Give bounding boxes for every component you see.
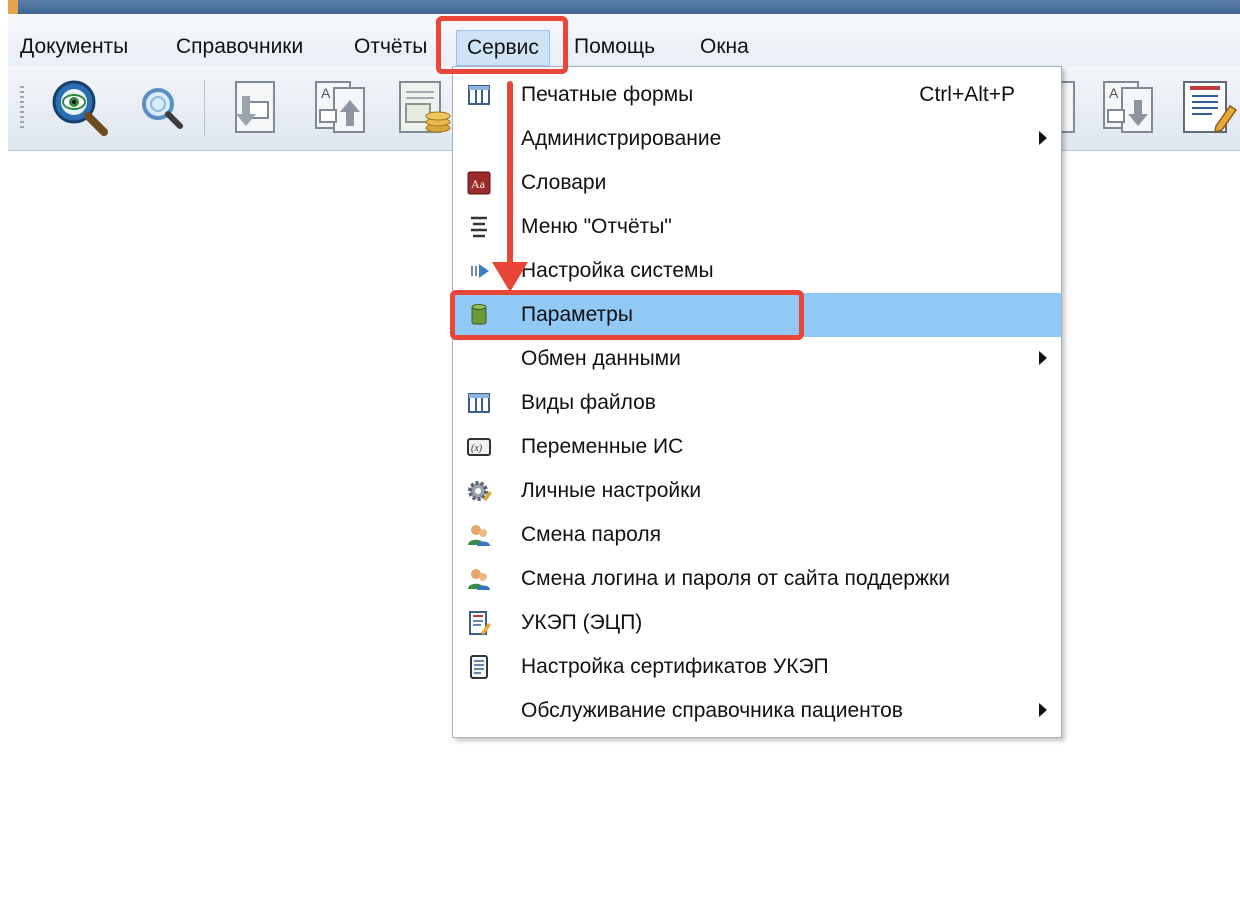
certificate-doc-icon [465, 653, 493, 681]
title-bar-accent [8, 0, 18, 14]
service-dropdown-menu: Печатные формы Ctrl+Alt+P Администрирова… [452, 66, 1062, 738]
menu-item-label: Смена логина и пароля от сайта поддержки [521, 567, 950, 590]
document-coins-icon[interactable] [392, 76, 454, 138]
menu-item-administration[interactable]: Администрирование [453, 117, 1061, 161]
table-grid-icon [465, 389, 493, 417]
menu-lines-icon [465, 213, 493, 241]
menu-item-system-settings[interactable]: Настройка системы [453, 249, 1061, 293]
menu-item-reports-menu[interactable]: Меню "Отчёты" [453, 205, 1061, 249]
menu-item-label: Меню "Отчёты" [521, 215, 672, 238]
users-icon [465, 565, 493, 593]
menu-item-label: Словари [521, 171, 607, 194]
menu-item-label: Смена пароля [521, 523, 661, 546]
document-export-icon[interactable]: A [308, 76, 370, 138]
menu-reports[interactable]: Отчёты [354, 34, 427, 60]
menu-windows[interactable]: Окна [700, 34, 749, 60]
menu-help[interactable]: Помощь [574, 34, 655, 60]
svg-text:A: A [321, 85, 331, 101]
menu-item-personal-settings[interactable]: Личные настройки [453, 469, 1061, 513]
submenu-arrow-icon [1039, 351, 1047, 365]
menu-item-label: Печатные формы [521, 83, 694, 106]
document-import-icon[interactable] [224, 76, 286, 138]
menu-item-label: Виды файлов [521, 391, 656, 414]
database-icon [465, 301, 493, 329]
table-grid-icon [465, 81, 493, 109]
menu-item-label: Переменные ИС [521, 435, 684, 458]
main-menu-bar: Документы Справочники Отчёты Сервис Помо… [8, 14, 1240, 67]
submenu-arrow-icon [1039, 703, 1047, 717]
menu-item-change-support-login[interactable]: Смена логина и пароля от сайта поддержки [453, 557, 1061, 601]
gear-icon [465, 477, 493, 505]
menu-documents[interactable]: Документы [20, 34, 128, 60]
menu-item-parameters[interactable]: Параметры [453, 293, 1061, 337]
toolbar-grip[interactable] [20, 86, 24, 130]
menu-service[interactable]: Сервис [456, 30, 550, 66]
menu-item-label: Обмен данными [521, 347, 681, 370]
system-arrow-icon [465, 257, 493, 285]
menu-references[interactable]: Справочники [176, 34, 303, 60]
svg-text:A: A [1109, 85, 1119, 101]
menu-item-label: Параметры [521, 303, 633, 326]
menu-item-label: Настройка системы [521, 259, 714, 282]
document-download-icon[interactable]: A [1096, 76, 1158, 138]
dictionary-icon: Aa [465, 169, 493, 197]
svg-text:(x): (x) [471, 443, 483, 454]
toolbar-separator [204, 80, 205, 136]
signature-doc-icon [465, 609, 493, 637]
menu-item-dictionaries[interactable]: Aa Словари [453, 161, 1061, 205]
svg-text:Aa: Aa [471, 177, 486, 191]
menu-item-is-variables[interactable]: (x) Переменные ИС [453, 425, 1061, 469]
menu-item-label: Личные настройки [521, 479, 702, 502]
shortcut-label: Ctrl+Alt+P [919, 83, 1015, 106]
search-icon[interactable] [132, 76, 194, 138]
menu-item-print-forms[interactable]: Печатные формы Ctrl+Alt+P [453, 73, 1061, 117]
menu-item-label: УКЭП (ЭЦП) [521, 611, 643, 634]
menu-item-qualified-signature[interactable]: УКЭП (ЭЦП) [453, 601, 1061, 645]
title-bar [8, 0, 1240, 14]
users-icon [465, 521, 493, 549]
menu-item-patient-directory-service[interactable]: Обслуживание справочника пациентов [453, 689, 1061, 733]
variable-x-icon: (x) [465, 433, 493, 461]
menu-item-certificate-settings[interactable]: Настройка сертификатов УКЭП [453, 645, 1061, 689]
menu-item-label: Администрирование [521, 127, 722, 150]
menu-item-data-exchange[interactable]: Обмен данными [453, 337, 1061, 381]
document-edit-icon[interactable] [1176, 76, 1238, 138]
eye-magnifier-icon[interactable] [48, 76, 110, 138]
menu-item-label: Обслуживание справочника пациентов [521, 699, 903, 722]
menu-item-change-password[interactable]: Смена пароля [453, 513, 1061, 557]
submenu-arrow-icon [1039, 131, 1047, 145]
menu-item-file-types[interactable]: Виды файлов [453, 381, 1061, 425]
menu-item-label: Настройка сертификатов УКЭП [521, 655, 829, 678]
